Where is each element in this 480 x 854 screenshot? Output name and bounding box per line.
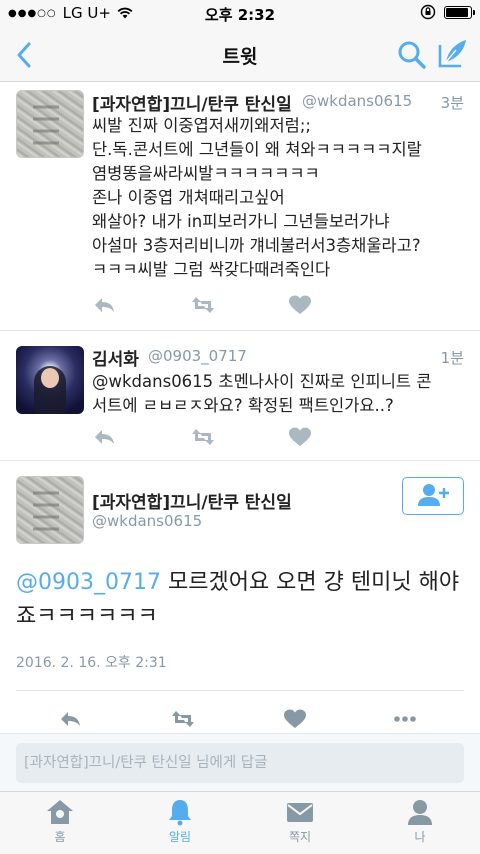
reply-bar [0,733,480,791]
avatar[interactable] [16,476,84,544]
reply-icon[interactable] [92,294,118,316]
tweet-author-name[interactable]: [과자연합]끄니/탄쿠 탄신일 [92,90,292,115]
reply-icon[interactable] [58,708,84,730]
tab-me[interactable]: 나 [380,798,460,845]
add-user-icon [418,484,449,506]
compose-tweet-icon[interactable] [434,36,470,72]
like-icon[interactable] [287,294,313,316]
detail-divider [16,690,464,691]
tweet-text: @wkdans0615 초멘나사이 진짜로 인피니트 콘 서트에 ㄹㅂㄹㅈ와요?… [92,372,432,415]
tab-label: 나 [414,830,426,844]
home-icon [47,800,73,824]
tweet-author-handle[interactable]: @0903_0717 [148,347,247,365]
tab-home[interactable]: 홈 [20,798,100,845]
detail-tweet-text: @0903_0717 모르겠어요 오면 걍 텐미닛 해야죠ㅋㅋㅋㅋㅋㅋ [16,566,464,634]
battery-icon [444,5,475,19]
like-icon[interactable] [282,708,308,730]
retweet-icon[interactable] [190,426,216,448]
avatar[interactable] [16,90,84,158]
tab-label: 홈 [54,830,66,844]
tweet-time: 3분 [440,94,464,112]
tweet-divider [0,330,480,331]
tweet-text: 씨발 진짜 이중엽저새끼왜저럼;; 단.독.콘서트에 그년들이 왜 쳐와ㅋㅋㅋㅋ… [92,116,422,279]
tweet-divider [0,460,480,461]
avatar[interactable] [16,346,84,414]
detail-timestamp: 2016. 2. 16. 오후 2:31 [16,655,167,671]
tweet-author-handle[interactable]: @wkdans0615 [302,92,412,110]
search-icon[interactable] [396,38,428,72]
tweet-author-name[interactable]: 김서화 [92,345,139,370]
bell-icon [169,800,191,826]
like-icon[interactable] [287,426,313,448]
retweet-icon[interactable] [190,294,216,316]
retweet-icon[interactable] [170,708,196,730]
more-icon[interactable] [392,708,418,730]
tab-notifications[interactable]: 알림 [140,798,220,845]
tab-bar: 홈 알림 쪽지 나 [0,791,480,854]
tab-label: 쪽지 [288,830,312,844]
detail-author-handle[interactable]: @wkdans0615 [92,512,202,530]
tab-label: 알림 [168,830,192,844]
follow-button[interactable] [402,477,464,515]
reply-input[interactable] [16,743,464,783]
person-icon [408,800,432,825]
nav-bar: 트윗 [0,28,480,82]
tab-messages[interactable]: 쪽지 [260,798,340,845]
reply-icon[interactable] [92,426,118,448]
rotation-lock-icon [420,4,436,20]
status-time: 오후 2:32 [204,6,276,24]
mention-link[interactable]: @0903_0717 [16,570,161,595]
tweet-time: 1분 [440,349,464,367]
detail-author-name[interactable]: [과자연합]끄니/탄쿠 탄신일 [92,488,292,513]
status-bar: ●●●○○ LG U+ 오후 2:32 [0,0,480,28]
envelope-icon [287,803,313,822]
